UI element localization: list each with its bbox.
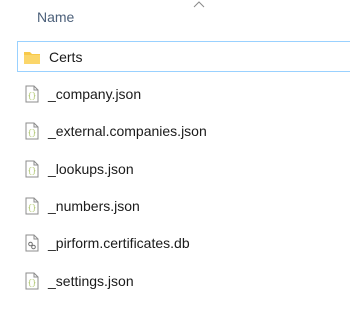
chevron-up-icon[interactable] [193, 0, 205, 8]
list-item-label: _pirform.certificates.db [48, 235, 190, 251]
list-item-label: _lookups.json [48, 161, 134, 177]
column-header: Name [0, 0, 350, 36]
list-item-lookups-json[interactable]: {} _lookups.json [18, 154, 350, 184]
list-item-company-json[interactable]: {} _company.json [18, 79, 350, 109]
list-item-label: Certs [49, 48, 83, 65]
svg-text:{}: {} [28, 130, 36, 138]
svg-text:{}: {} [28, 205, 36, 213]
list-item-label: _numbers.json [48, 198, 140, 214]
file-explorer: Name Certs {} _company.json {} _external… [0, 0, 350, 318]
list-item-settings-json[interactable]: {} _settings.json [18, 266, 350, 296]
list-item-numbers-json[interactable]: {} _numbers.json [18, 191, 350, 221]
json-file-icon: {} [23, 84, 41, 104]
json-file-icon: {} [23, 271, 41, 291]
json-file-icon: {} [23, 121, 41, 141]
list-item-label: _external.companies.json [48, 123, 207, 139]
json-file-icon: {} [23, 159, 41, 179]
json-file-icon: {} [23, 196, 41, 216]
list-item-label: _company.json [48, 86, 142, 102]
svg-text:{}: {} [28, 280, 36, 288]
db-file-icon [23, 233, 41, 253]
svg-text:{}: {} [28, 93, 36, 101]
svg-text:{}: {} [28, 168, 36, 176]
name-column-header[interactable]: Name [37, 9, 74, 25]
folder-icon [23, 47, 41, 67]
list-item-label: _settings.json [48, 273, 134, 289]
list-item-pirform-certificates-db[interactable]: _pirform.certificates.db [18, 228, 350, 258]
list-item-external-companies-json[interactable]: {} _external.companies.json [18, 116, 350, 146]
list-item-certs[interactable]: Certs [17, 41, 350, 72]
